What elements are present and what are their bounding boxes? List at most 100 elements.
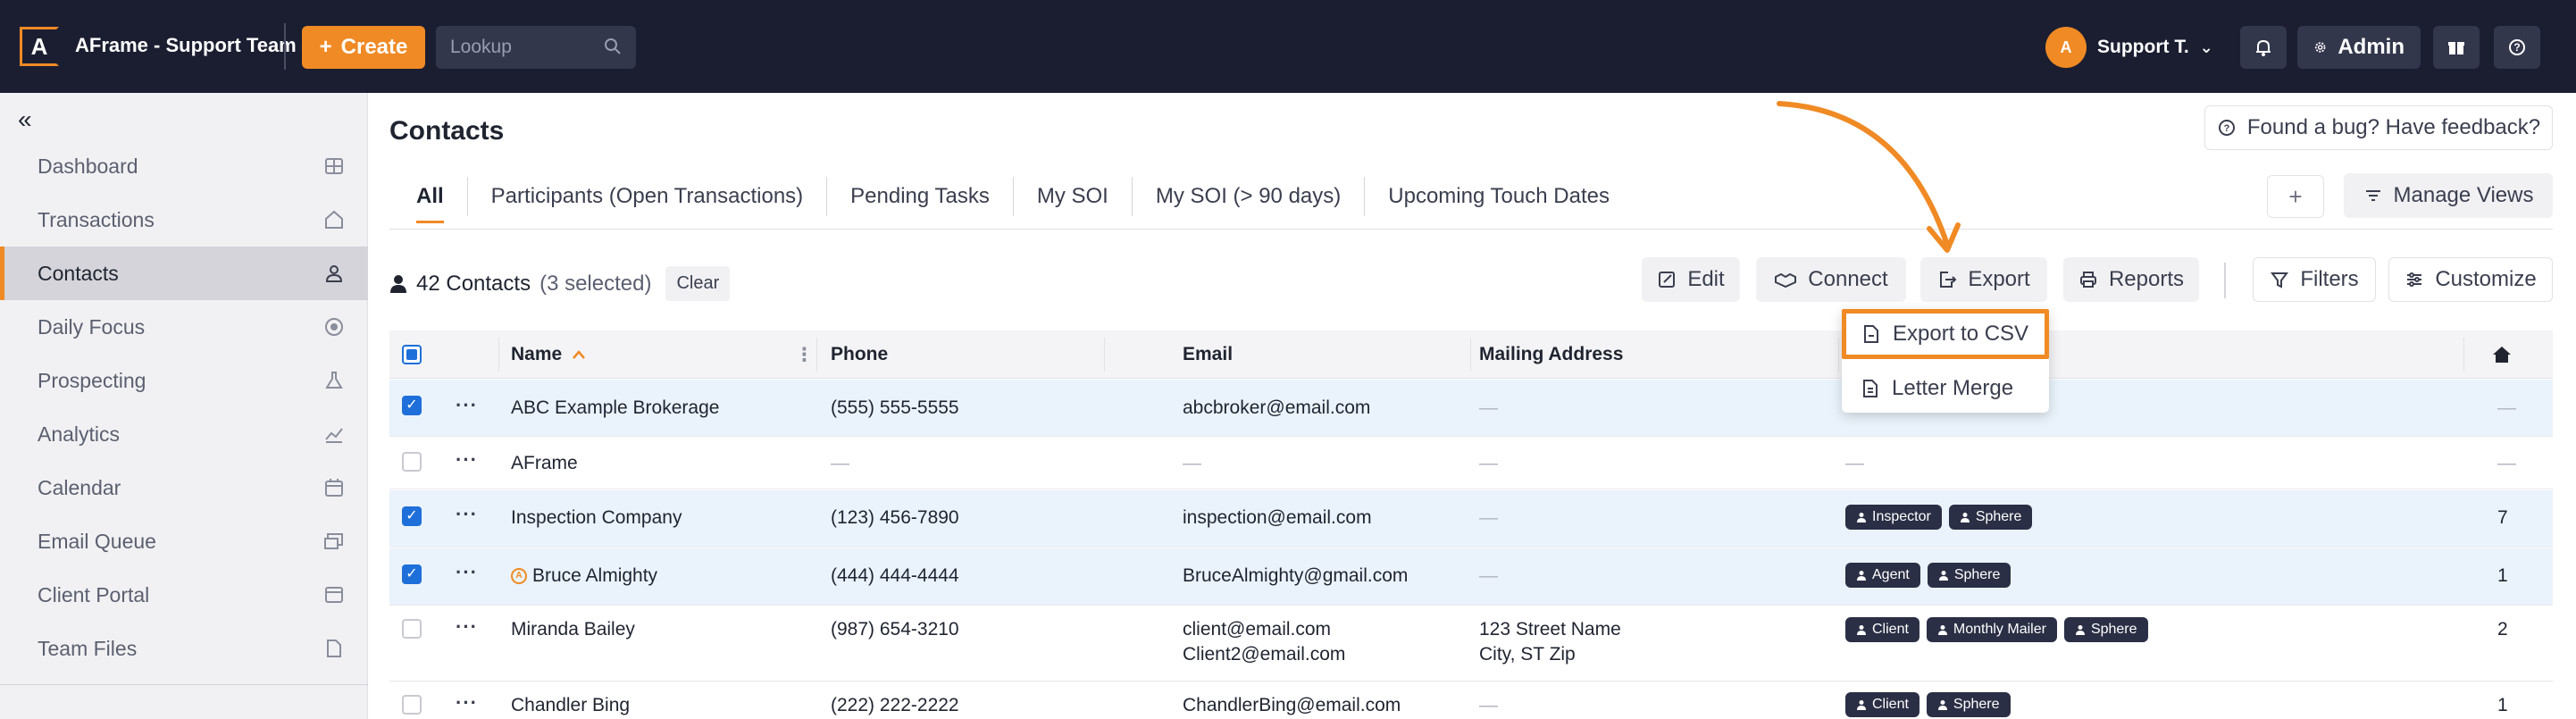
contact-address-line2: City, ST Zip	[1479, 644, 1576, 665]
contact-name[interactable]: Miranda Bailey	[511, 617, 635, 642]
contact-name[interactable]: ABC Example Brokerage	[511, 396, 719, 421]
aframe-logo[interactable]: A	[20, 27, 59, 66]
sidebar-item-calendar[interactable]: Calendar	[0, 461, 368, 514]
tab-pending-tasks[interactable]: Pending Tasks	[827, 177, 1014, 216]
svg-text:?: ?	[2513, 41, 2520, 54]
row-actions-icon[interactable]: ···	[456, 448, 478, 472]
sidebar-item-contacts[interactable]: Contacts	[0, 247, 368, 300]
row-actions-icon[interactable]: ···	[456, 561, 478, 584]
help-button[interactable]: ?	[2494, 26, 2540, 69]
filters-button[interactable]: Filters	[2253, 257, 2376, 302]
top-divider	[284, 23, 286, 70]
tag[interactable]: Sphere	[1948, 505, 2033, 530]
clear-selection-button[interactable]: Clear	[665, 266, 731, 301]
table-row[interactable]: ··· Chandler Bing (222) 222-2222 Chandle…	[389, 682, 2553, 719]
admin-button[interactable]: Admin	[2297, 26, 2421, 69]
transaction-count: 1	[2497, 695, 2508, 715]
tag[interactable]: Sphere	[1926, 692, 2011, 717]
flask-icon	[325, 372, 343, 389]
row-actions-icon[interactable]: ···	[456, 503, 478, 526]
row-checkbox[interactable]: ✓	[402, 564, 422, 584]
contact-name[interactable]: Inspection Company	[511, 506, 682, 531]
tab-participants[interactable]: Participants (Open Transactions)	[468, 177, 828, 216]
contact-address: —	[1479, 453, 1498, 473]
contact-name-cell[interactable]: A Bruce Almighty	[511, 564, 657, 589]
tag[interactable]: Agent	[1845, 563, 1920, 588]
column-header-mailing-address[interactable]: Mailing Address	[1479, 330, 1623, 379]
person-icon	[1857, 571, 1866, 581]
sidebar-item-email-queue[interactable]: Email Queue	[0, 514, 368, 568]
export-to-csv-option[interactable]: Export to CSV	[1842, 309, 2049, 359]
contact-name: Bruce Almighty	[532, 565, 658, 586]
column-menu-icon[interactable]: ⋮	[795, 330, 814, 379]
create-button[interactable]: + Create	[302, 26, 425, 69]
collapse-sidebar-icon[interactable]: «	[18, 105, 32, 134]
sidebar-item-transactions[interactable]: Transactions	[0, 193, 368, 247]
tag[interactable]: Inspector	[1845, 505, 1942, 530]
row-actions-icon[interactable]: ···	[456, 394, 478, 417]
row-checkbox[interactable]	[402, 452, 422, 472]
contact-email: ChandlerBing@email.com	[1183, 695, 1401, 715]
select-all-checkbox[interactable]	[402, 330, 422, 379]
table-row[interactable]: ✓ ··· A Bruce Almighty (444) 444-4444 Br…	[389, 548, 2553, 606]
contact-phone: (987) 654-3210	[831, 619, 959, 640]
user-menu[interactable]: A Support T. ⌄	[2045, 27, 2213, 68]
column-header-email[interactable]: Email	[1183, 330, 1233, 379]
tab-all[interactable]: All	[389, 177, 468, 223]
row-checkbox[interactable]: ✓	[402, 396, 422, 415]
export-icon	[1940, 272, 1957, 288]
person-icon	[1857, 513, 1866, 523]
tag[interactable]: Sphere	[1927, 563, 2011, 588]
row-actions-icon[interactable]: ···	[456, 615, 478, 639]
connect-button[interactable]: Connect	[1756, 257, 1906, 302]
manage-views-button[interactable]: Manage Views	[2344, 173, 2553, 218]
letter-merge-option[interactable]: Letter Merge	[1842, 364, 2049, 413]
lookup-input[interactable]: Lookup	[436, 26, 636, 69]
contact-phone: (123) 456-7890	[831, 507, 959, 528]
tag[interactable]: Sphere	[2063, 617, 2148, 642]
contact-name[interactable]: AFrame	[511, 451, 578, 476]
row-checkbox[interactable]: ✓	[402, 506, 422, 526]
reports-button[interactable]: Reports	[2063, 257, 2199, 302]
table-row[interactable]: ··· AFrame — — — — —	[389, 438, 2553, 489]
sidebar-item-daily-focus[interactable]: Daily Focus	[0, 300, 368, 354]
tab-my-soi-90[interactable]: My SOI (> 90 days)	[1133, 177, 1366, 216]
contact-name[interactable]: Chandler Bing	[511, 693, 630, 718]
column-header-name[interactable]: Name	[511, 330, 587, 379]
table-row[interactable]: ✓ ··· Inspection Company (123) 456-7890 …	[389, 490, 2553, 548]
email-queue-icon	[324, 533, 343, 549]
avatar: A	[2045, 27, 2087, 68]
sidebar-item-team-files[interactable]: Team Files	[0, 622, 368, 675]
tag[interactable]: Client	[1845, 692, 1919, 717]
tag[interactable]: Client	[1845, 617, 1919, 642]
team-name[interactable]: AFrame - Support Team	[75, 34, 297, 57]
gift-button[interactable]	[2433, 26, 2480, 69]
customize-button[interactable]: Customize	[2388, 257, 2553, 302]
feedback-button[interactable]: ? Found a bug? Have feedback?	[2204, 105, 2553, 150]
funnel-icon	[2271, 272, 2289, 288]
contact-tags: —	[1845, 453, 1864, 473]
tab-upcoming-touch-dates[interactable]: Upcoming Touch Dates	[1365, 177, 1633, 216]
col-divider	[816, 338, 817, 372]
notifications-button[interactable]	[2240, 26, 2287, 69]
row-checkbox[interactable]	[402, 619, 422, 639]
sidebar-item-dashboard[interactable]: Dashboard	[0, 139, 368, 193]
row-actions-icon[interactable]: ···	[456, 691, 478, 715]
edit-button[interactable]: Edit	[1642, 257, 1740, 302]
view-tabs: All Participants (Open Transactions) Pen…	[389, 177, 1633, 223]
person-icon	[2075, 625, 2085, 635]
add-view-button[interactable]: +	[2267, 175, 2324, 218]
export-button[interactable]: Export	[1920, 257, 2047, 302]
contact-email: —	[1183, 453, 1201, 473]
table-row[interactable]: ✓ ··· ABC Example Brokerage (555) 555-55…	[389, 380, 2553, 437]
sidebar-item-analytics[interactable]: Analytics	[0, 407, 368, 461]
column-header-phone[interactable]: Phone	[831, 330, 888, 379]
table-row[interactable]: ··· Miranda Bailey (987) 654-3210 client…	[389, 606, 2553, 681]
row-checkbox[interactable]	[402, 695, 422, 715]
tab-my-soi[interactable]: My SOI	[1014, 177, 1133, 216]
person-icon	[1938, 571, 1948, 581]
sidebar-item-client-portal[interactable]: Client Portal	[0, 568, 368, 622]
sidebar-item-prospecting[interactable]: Prospecting	[0, 354, 368, 407]
tag[interactable]: Monthly Mailer	[1926, 617, 2057, 642]
person-icon	[390, 274, 406, 293]
